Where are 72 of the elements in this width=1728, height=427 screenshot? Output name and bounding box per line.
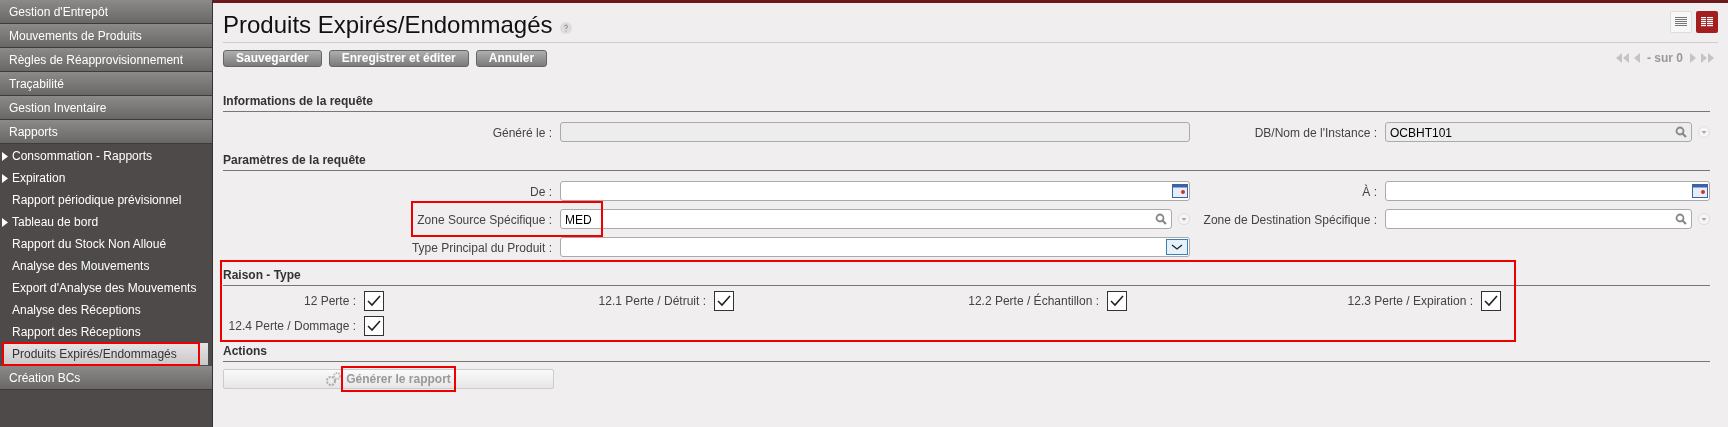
sidebar-header[interactable]: Traçabilité — [0, 72, 212, 96]
triangle-right-icon — [2, 151, 8, 161]
checkmark-icon — [367, 295, 381, 307]
field-label: DB/Nom de l'Instance : — [1254, 126, 1377, 140]
sidebar-header[interactable]: Gestion d'Entrepôt — [0, 0, 212, 24]
sidebar-item[interactable]: Export d'Analyse des Mouvements — [0, 277, 212, 299]
date-field[interactable] — [560, 181, 1190, 201]
sidebar-header[interactable]: Règles de Réapprovisionnement — [0, 48, 212, 72]
page-counter: - sur 0 — [1646, 50, 1684, 67]
lookup-field[interactable]: OCBHT101 — [1385, 122, 1692, 142]
lookup-field[interactable] — [1385, 209, 1692, 229]
field-value: MED — [565, 213, 592, 227]
sidebar-item[interactable]: Expiration — [0, 167, 212, 189]
checkbox-label: 12.2 Perte / Échantillon : — [968, 292, 1099, 310]
help-icon[interactable] — [560, 22, 573, 34]
sidebar-header[interactable]: Création BCs — [0, 366, 212, 390]
field-label: Type Principal du Produit : — [411, 241, 552, 255]
checkmark-icon — [367, 320, 381, 332]
dropdown-icon[interactable] — [1698, 213, 1710, 225]
checkbox-label: 12.4 Perte / Dommage : — [228, 318, 356, 335]
text-field[interactable] — [560, 122, 1190, 142]
checkbox[interactable] — [364, 291, 384, 311]
list-icon — [1675, 17, 1687, 27]
triangle-right-icon — [2, 173, 8, 183]
checkmark-icon — [717, 295, 731, 307]
field-value: OCBHT101 — [1390, 126, 1453, 140]
form-view-button[interactable] — [1696, 11, 1718, 33]
checkmark-icon — [1484, 295, 1498, 307]
dropdown-icon[interactable] — [1698, 126, 1710, 138]
sidebar-item[interactable]: Rapport des Réceptions — [0, 321, 212, 343]
sidebar-item[interactable]: Rapport du Stock Non Alloué — [0, 233, 212, 255]
sidebar-header[interactable]: Rapports — [0, 120, 212, 144]
search-icon[interactable] — [1675, 213, 1687, 225]
date-field[interactable] — [1385, 181, 1710, 201]
page-title: Produits Expirés/Endommagés — [223, 11, 553, 39]
checkmark-icon — [1110, 295, 1124, 307]
checkbox[interactable] — [364, 316, 384, 336]
field-label: Zone Source Spécifique : — [417, 213, 552, 227]
section-heading: Actions — [223, 342, 1710, 362]
sidebar-item[interactable]: Rapport périodique prévisionnel — [0, 189, 212, 211]
checkbox-label: 12 Perte : — [303, 293, 356, 310]
checkbox[interactable] — [714, 291, 734, 311]
field-label: Généré le : — [492, 126, 552, 140]
checkbox[interactable] — [1107, 291, 1127, 311]
sidebar-item[interactable]: Consommation - Rapports — [0, 145, 212, 167]
section-heading: Paramètres de la requête — [223, 151, 1710, 171]
field-label: À : — [1362, 185, 1377, 199]
grid-icon — [1701, 17, 1713, 27]
sidebar-header[interactable]: Mouvements de Produits — [0, 24, 212, 48]
section-heading: Informations de la requête — [223, 92, 1710, 112]
calendar-icon[interactable] — [1692, 184, 1708, 198]
section-heading: Raison - Type — [223, 266, 1710, 286]
field-label: De : — [530, 185, 552, 199]
list-view-button[interactable] — [1670, 11, 1692, 33]
gears-icon — [326, 372, 343, 386]
checkbox[interactable] — [1481, 291, 1501, 311]
sidebar-item[interactable]: Analyse des Réceptions — [0, 299, 212, 321]
search-icon[interactable] — [1675, 126, 1687, 138]
search-icon[interactable] — [1155, 213, 1167, 225]
checkbox-label: 12.3 Perte / Expiration : — [1347, 293, 1473, 310]
sidebar-item[interactable]: Produits Expirés/Endommagés — [4, 343, 208, 365]
triangle-right-icon — [2, 217, 8, 227]
select-field[interactable] — [560, 237, 1190, 257]
lookup-field[interactable]: MED — [560, 209, 1172, 229]
checkbox-label: 12.1 Perte / Détruit : — [598, 293, 706, 310]
field-label: Zone de Destination Spécifique : — [1203, 213, 1377, 227]
sidebar-header[interactable]: Gestion Inventaire — [0, 96, 212, 120]
sidebar-item[interactable]: Analyse des Mouvements — [0, 255, 212, 277]
chevron-down-icon[interactable] — [1166, 239, 1188, 255]
dropdown-icon[interactable] — [1178, 213, 1190, 225]
calendar-icon[interactable] — [1172, 184, 1188, 198]
sidebar-item[interactable]: Tableau de bord — [0, 211, 212, 233]
